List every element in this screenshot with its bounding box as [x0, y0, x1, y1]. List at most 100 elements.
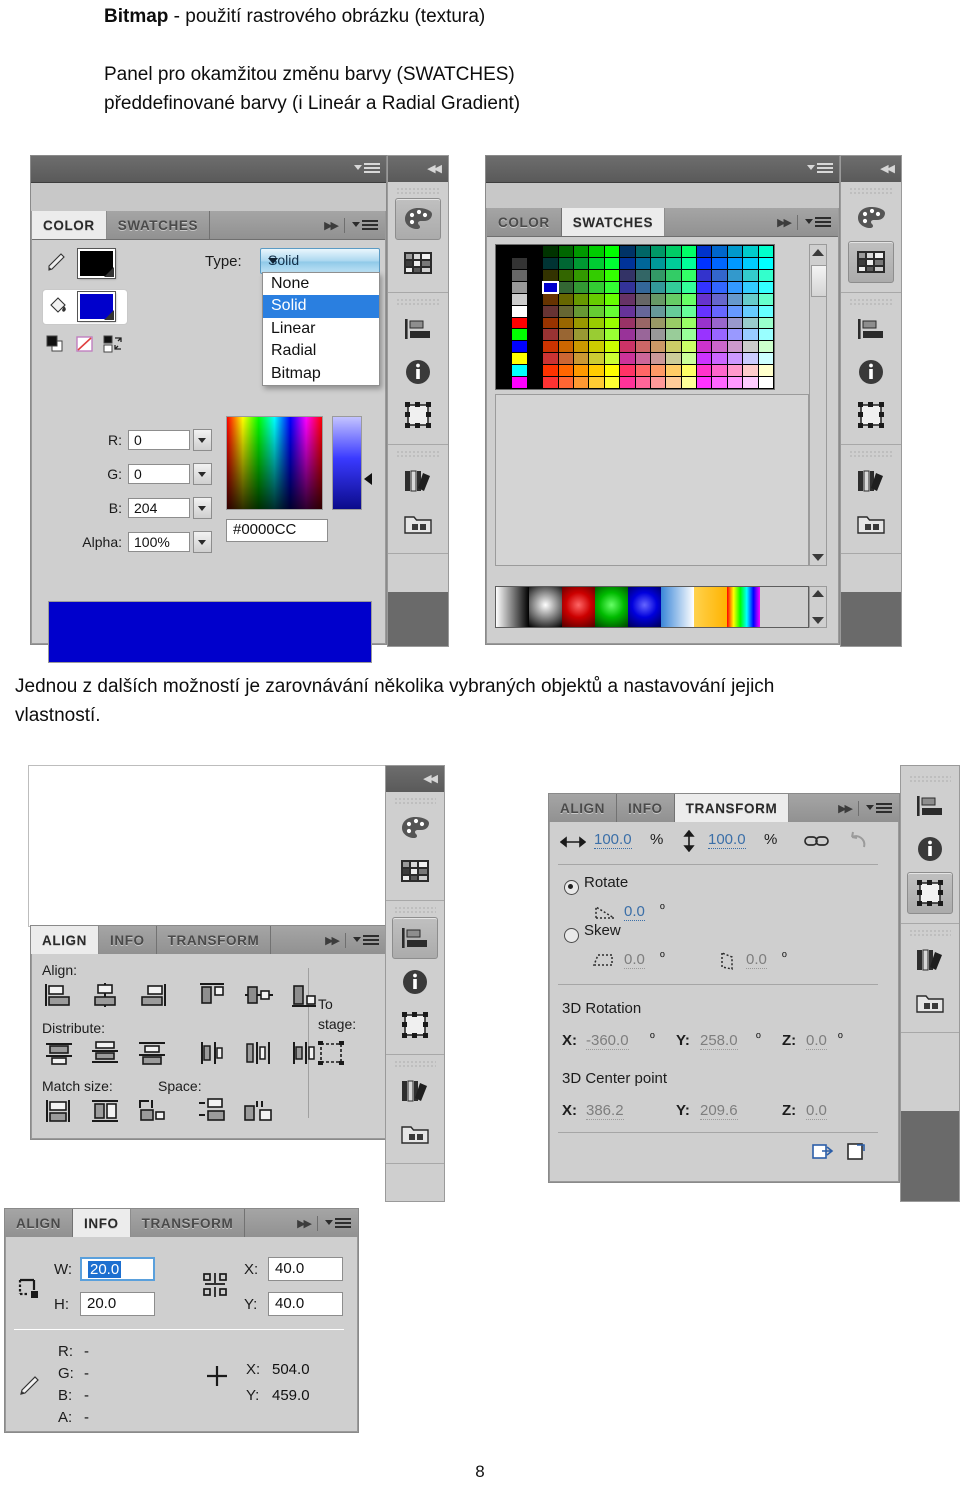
scrollbar-thumb[interactable]	[811, 265, 827, 297]
swatch-cell[interactable]	[758, 305, 773, 317]
color-panel-menu-icon[interactable]	[352, 218, 378, 232]
swatch-cell[interactable]	[527, 329, 543, 341]
swatch-cell[interactable]	[527, 305, 543, 317]
swatch-cell[interactable]	[727, 317, 743, 329]
swatch-grid[interactable]	[495, 244, 775, 390]
swatch-cell[interactable]	[697, 353, 712, 365]
swatch-cell[interactable]	[558, 329, 573, 341]
swatch-cell[interactable]	[681, 257, 697, 269]
swatch-cell[interactable]	[681, 377, 697, 388]
gradient-swatch[interactable]	[694, 587, 727, 627]
scale-height-value[interactable]: 100.0	[708, 831, 746, 849]
swatch-cell[interactable]	[727, 305, 743, 317]
g-stepper[interactable]	[193, 463, 212, 485]
stroke-color-swatch[interactable]	[78, 249, 115, 278]
swatch-cell[interactable]	[497, 329, 512, 341]
stroke-tool[interactable]	[46, 251, 68, 278]
match-width-button[interactable]	[44, 1098, 74, 1129]
swatch-cell[interactable]	[620, 341, 635, 353]
swatch-cell[interactable]	[512, 293, 527, 305]
swatch-cell[interactable]	[712, 281, 727, 293]
rail-grip[interactable]	[849, 187, 893, 195]
swatch-cell[interactable]	[743, 305, 758, 317]
swatch-cell[interactable]	[604, 341, 620, 353]
swatch-cell[interactable]	[604, 329, 620, 341]
swatch-cell[interactable]	[527, 257, 543, 269]
swatch-cell[interactable]	[681, 341, 697, 353]
swatch-cell[interactable]	[573, 305, 589, 317]
rail-align-button[interactable]	[849, 309, 893, 349]
rail-folder-button[interactable]	[908, 983, 952, 1023]
swatch-cell[interactable]	[666, 353, 681, 365]
g-input[interactable]: 0	[128, 464, 190, 484]
swatch-cell[interactable]	[558, 317, 573, 329]
swatch-cell[interactable]	[635, 246, 650, 257]
expand-arrows-icon[interactable]: ▶▶	[297, 1217, 312, 1230]
tab-transform[interactable]: TRANSFORM	[130, 1209, 246, 1237]
skew-radio[interactable]	[564, 928, 579, 943]
swatch-cell[interactable]	[512, 317, 527, 329]
swatch-cell[interactable]	[635, 281, 650, 293]
swatch-cell[interactable]	[681, 246, 697, 257]
swatch-cell[interactable]	[635, 353, 650, 365]
swatch-cell[interactable]	[543, 329, 558, 341]
swatch-cell[interactable]	[743, 246, 758, 257]
rail-folder-button[interactable]	[393, 1114, 437, 1154]
rail-swatches-button[interactable]	[396, 243, 440, 283]
swatch-cell[interactable]	[743, 257, 758, 269]
expand-arrows-icon[interactable]: ▶▶	[838, 802, 853, 815]
tab-info[interactable]: INFO	[73, 1209, 131, 1237]
swatch-cell[interactable]	[697, 281, 712, 293]
swatch-cell[interactable]	[666, 246, 681, 257]
swatch-cell[interactable]	[589, 281, 604, 293]
swatch-cell[interactable]	[573, 377, 589, 388]
swatch-cell[interactable]	[512, 353, 527, 365]
swatch-cell[interactable]	[543, 257, 558, 269]
swatch-cell[interactable]	[635, 257, 650, 269]
swatch-cell[interactable]	[727, 377, 743, 388]
registration-point-button[interactable]	[202, 1271, 230, 1304]
collapse-icon[interactable]: ◀◀	[880, 162, 895, 175]
swatch-cell[interactable]	[712, 257, 727, 269]
swatch-cell[interactable]	[727, 269, 743, 281]
bounding-box-button[interactable]	[16, 1277, 42, 1308]
gradient-swatch[interactable]	[496, 587, 529, 627]
expand-arrows-icon[interactable]: ▶▶	[325, 934, 340, 947]
swatch-cell[interactable]	[558, 293, 573, 305]
scale-width-value[interactable]: 100.0	[594, 831, 632, 849]
rail-transform-button[interactable]	[396, 395, 440, 435]
expand-arrows-icon[interactable]: ▶▶	[324, 219, 339, 232]
gradient-swatch[interactable]	[628, 587, 661, 627]
swatch-cell[interactable]	[604, 257, 620, 269]
swatch-cell[interactable]	[697, 341, 712, 353]
type-dropdown-list[interactable]: None Solid Linear Radial Bitmap	[262, 272, 380, 387]
swatch-cell[interactable]	[620, 317, 635, 329]
black-white-button[interactable]	[46, 335, 66, 358]
swatch-cell[interactable]	[681, 305, 697, 317]
swatch-cell[interactable]	[712, 365, 727, 377]
swatch-cell[interactable]	[543, 305, 558, 317]
swatch-cell[interactable]	[527, 365, 543, 377]
distribute-top-button[interactable]	[44, 1040, 74, 1071]
rail-transform-button[interactable]	[907, 872, 953, 914]
swatch-cell[interactable]	[666, 257, 681, 269]
swatch-cell[interactable]	[497, 365, 512, 377]
swatch-cell[interactable]	[558, 281, 573, 293]
swatch-cell[interactable]	[573, 246, 589, 257]
stroke-color-chip[interactable]	[78, 249, 115, 278]
swatch-cell[interactable]	[573, 293, 589, 305]
rail-folder-button[interactable]	[849, 504, 893, 544]
gradient-swatch[interactable]	[562, 587, 595, 627]
rail-grip[interactable]	[396, 187, 440, 195]
swatch-cell[interactable]	[558, 341, 573, 353]
swatch-cell-selected[interactable]	[542, 280, 559, 294]
rail-grip[interactable]	[394, 906, 436, 914]
swatch-cell[interactable]	[512, 269, 527, 281]
space-evenly-vertical-button[interactable]	[198, 1098, 228, 1129]
swatch-cell[interactable]	[743, 365, 758, 377]
rail-grip[interactable]	[909, 929, 951, 937]
width-input[interactable]: 20.0	[80, 1257, 155, 1281]
x-input[interactable]: 40.0	[268, 1257, 343, 1281]
swatch-cell[interactable]	[635, 293, 650, 305]
swatch-cell[interactable]	[758, 246, 773, 257]
